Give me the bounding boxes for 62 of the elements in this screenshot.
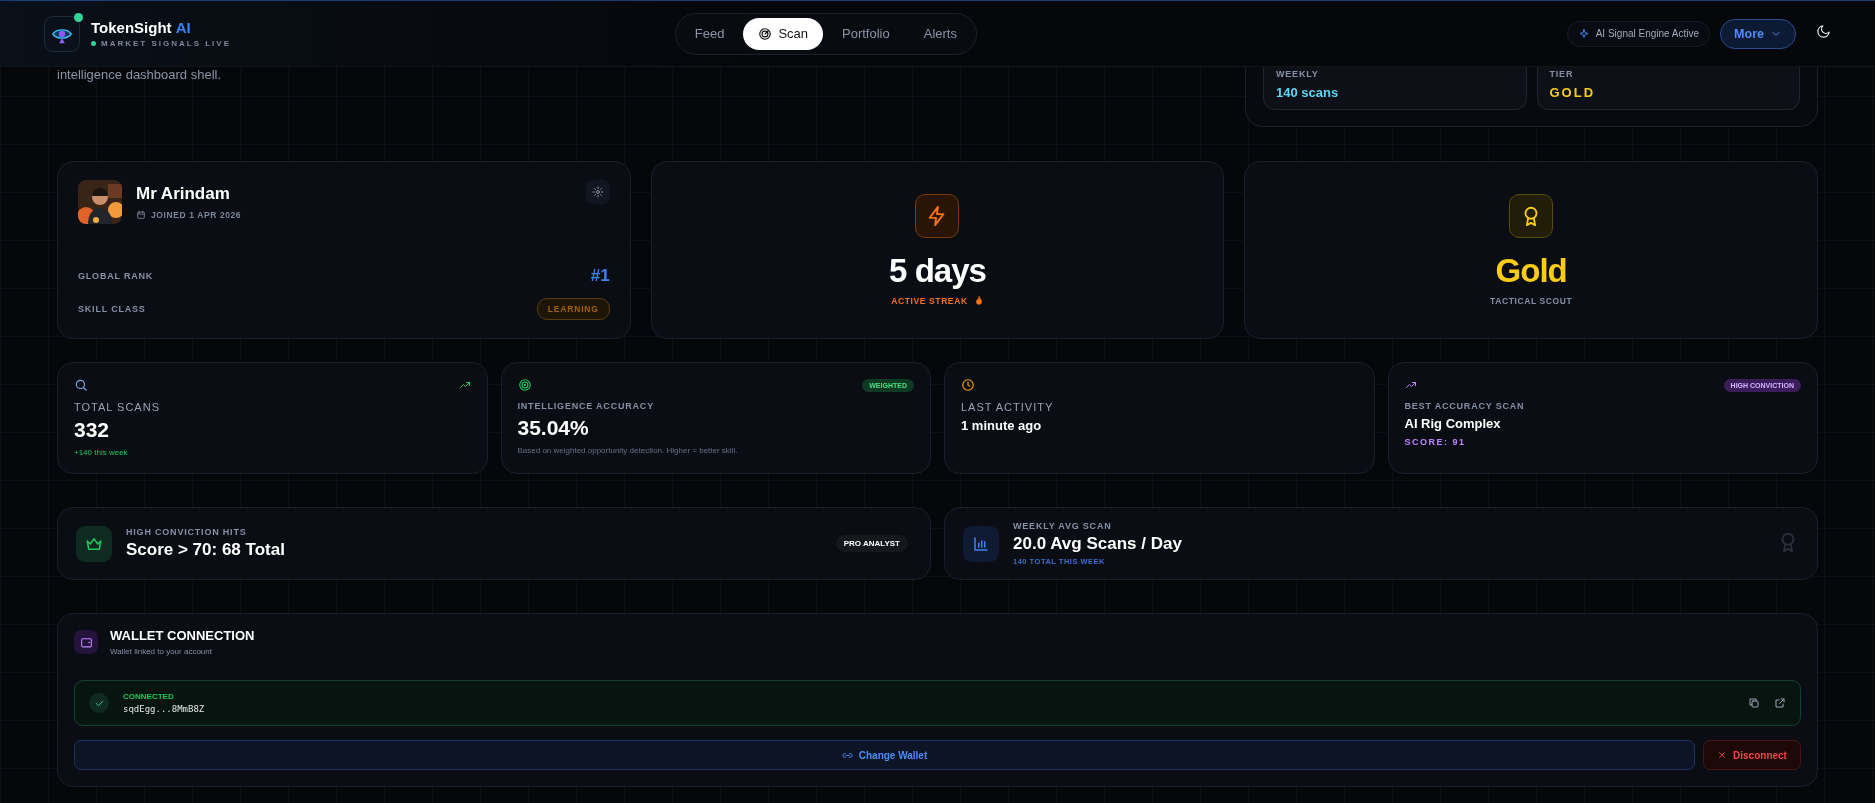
tier-label: TACTICAL SCOUT (1490, 296, 1573, 306)
wallet-icon (79, 635, 93, 649)
intro-text: intelligence dashboard shell. (57, 67, 222, 84)
stat-value: 1 minute ago (961, 418, 1043, 433)
close-icon (1717, 750, 1728, 760)
flame-icon (973, 296, 984, 306)
stat-note: +140 this week (74, 448, 129, 457)
stat-label: LAST ACTIVITY (961, 401, 1055, 413)
highlight-label: HIGH CONVICTION HITS (126, 527, 248, 537)
moon-icon (1816, 24, 1831, 39)
rank-badge: PRO ANALYST (835, 535, 908, 552)
stat-label: INTELLIGENCE ACCURACY (517, 401, 655, 411)
connection-status: CONNECTED (123, 692, 175, 701)
highlight-value: Score > 70: 68 Total (126, 540, 285, 560)
sparkle-icon (1577, 27, 1590, 40)
wallet-subtitle: Wallet linked to your account (110, 647, 213, 656)
trending-up-icon (458, 379, 471, 391)
brand-name: TokenSight AI (91, 19, 192, 36)
user-name: Mr Arindam (136, 184, 231, 204)
wallet-title: WALLET CONNECTION (110, 628, 255, 643)
clock-icon (961, 378, 975, 392)
status-text: MARKET SIGNALS LIVE (101, 39, 231, 48)
highlight-label: WEEKLY AVG SCAN (1013, 521, 1113, 531)
settings-button[interactable] (585, 180, 610, 204)
tier-value: Gold (1495, 252, 1567, 290)
more-button[interactable]: More (1720, 18, 1796, 49)
nav-tab[interactable]: Feed (679, 17, 740, 50)
rank-value: #1 (590, 266, 610, 286)
summary-label: TIER (1549, 69, 1575, 79)
trending-up-icon (1404, 379, 1417, 391)
streak-label: ACTIVE STREAK (891, 296, 968, 306)
stat-value: 35.04% (517, 416, 590, 440)
engine-status-badge: AI Signal Engine Active (1566, 20, 1711, 47)
nav-tab[interactable]: Portfolio (827, 17, 905, 50)
stat-value: AI Rig Complex (1404, 416, 1502, 431)
join-date: JOINED 1 APR 2026 (151, 210, 242, 220)
calendar-icon (136, 210, 146, 220)
highlight-value: 20.0 Avg Scans / Day (1013, 534, 1182, 554)
disconnect-button[interactable]: Disconnect (1703, 740, 1801, 770)
stat-note: SCORE: 91 (1404, 437, 1467, 447)
search-icon (74, 378, 88, 392)
profile-label: SKILL CLASS (78, 304, 146, 314)
external-link-icon (1774, 697, 1786, 709)
summary-value: 140 scans (1276, 85, 1340, 100)
settings-icon (591, 186, 604, 198)
nav-tab[interactable]: Alerts (908, 17, 972, 50)
summary-value: GOLD (1549, 85, 1597, 100)
skill-class-badge: LEARNING (536, 298, 610, 320)
stat-label: BEST ACCURACY SCAN (1404, 401, 1526, 411)
stat-label: TOTAL SCANS (74, 401, 161, 413)
app-logo[interactable] (44, 15, 80, 52)
streak-value: 5 days (889, 252, 986, 290)
change-wallet-button[interactable]: Change Wallet (74, 740, 1695, 770)
copy-icon (1748, 697, 1760, 709)
nav-tab[interactable]: Scan (743, 17, 824, 50)
stat-value: 332 (74, 418, 111, 442)
stat-note: Based on weighted opportunity detection. Higher = better skill. (517, 446, 739, 455)
target-icon (517, 378, 532, 392)
bar-chart-icon (972, 534, 990, 553)
wallet-address: sqdEgg...8MmB8Z (123, 704, 205, 714)
summary-label: WEEKLY (1276, 69, 1320, 79)
profile-label: GLOBAL RANK (78, 271, 154, 281)
